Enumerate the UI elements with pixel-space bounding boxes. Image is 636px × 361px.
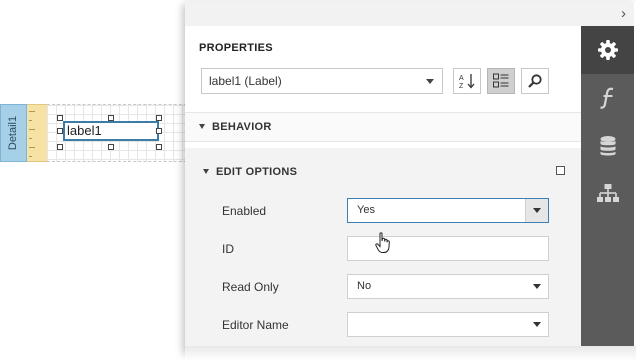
checkbox-square-icon[interactable]	[556, 166, 565, 175]
resize-handle[interactable]	[156, 144, 162, 150]
resize-handle[interactable]	[156, 128, 162, 134]
band-name: Detail1	[7, 115, 20, 151]
property-label-editor-name: Editor Name	[222, 318, 289, 332]
panel-title: PROPERTIES	[199, 42, 273, 54]
svg-text:A: A	[459, 75, 464, 82]
tab-properties[interactable]	[581, 26, 634, 74]
property-label-read-only: Read Only	[222, 280, 279, 294]
selector-value: label1 (Label)	[209, 74, 282, 88]
dropdown-button[interactable]	[526, 313, 548, 336]
search-button[interactable]	[521, 68, 549, 94]
dropdown-button[interactable]	[525, 199, 548, 222]
chevron-down-icon	[533, 208, 541, 213]
read-only-select[interactable]: No	[347, 274, 549, 299]
database-icon	[600, 136, 615, 156]
tab-expressions[interactable]	[581, 74, 634, 122]
resize-handle[interactable]	[108, 115, 114, 121]
chevron-down-icon	[426, 79, 434, 84]
enabled-value: Yes	[357, 204, 375, 216]
group-header-edit-options[interactable]: EDIT OPTIONS	[203, 166, 297, 178]
band-tab-detail[interactable]: Detail1	[0, 104, 27, 162]
resize-handle[interactable]	[108, 144, 114, 150]
group-header-behavior[interactable]: BEHAVIOR	[199, 121, 272, 133]
resize-handle[interactable]	[57, 115, 63, 121]
collapse-triangle-icon	[203, 169, 209, 174]
chevron-down-icon	[533, 322, 541, 327]
report-explorer-icon	[596, 184, 619, 202]
panel-bottom-edge	[185, 346, 636, 361]
component-selector[interactable]: label1 (Label)	[201, 68, 443, 94]
gear-icon	[597, 40, 618, 60]
sort-alphabetical-button[interactable]: A Z	[453, 68, 481, 94]
collapse-triangle-icon	[199, 124, 205, 129]
properties-panel: › PROPERTIES label1 (Label) A Z BEHAVIOR…	[185, 2, 636, 352]
categorized-view-button[interactable]	[487, 68, 515, 94]
id-input[interactable]	[347, 236, 549, 261]
resize-handle[interactable]	[156, 115, 162, 121]
tab-data-source[interactable]	[581, 122, 634, 170]
chevron-right-icon[interactable]: ›	[621, 5, 626, 22]
svg-text:Z: Z	[459, 83, 464, 90]
resize-handle[interactable]	[57, 144, 63, 150]
properties-content: PROPERTIES label1 (Label) A Z BEHAVIOR E…	[185, 26, 581, 352]
property-label-id: ID	[222, 242, 234, 256]
label-control[interactable]: label1	[63, 121, 159, 141]
vertical-ruler	[27, 104, 47, 162]
categorized-view-icon	[493, 73, 509, 88]
resize-handle[interactable]	[57, 128, 63, 134]
enabled-select[interactable]: Yes	[347, 198, 549, 223]
tab-report-explorer[interactable]	[581, 170, 634, 218]
editor-name-select[interactable]	[347, 312, 549, 337]
sort-alphabetical-icon: A Z	[459, 74, 475, 90]
panel-collapse-bar: ›	[185, 2, 634, 27]
read-only-value: No	[357, 280, 372, 292]
function-icon	[599, 87, 613, 109]
group-edit-options: EDIT OPTIONS Enabled Yes ID Read Only No…	[185, 148, 581, 352]
search-icon	[528, 74, 542, 88]
dropdown-button[interactable]	[526, 275, 548, 298]
group-behavior[interactable]: BEHAVIOR	[185, 112, 581, 142]
side-tab-bar	[581, 26, 634, 352]
property-label-enabled: Enabled	[222, 204, 267, 218]
report-designer-surface[interactable]: Detail1 label1	[0, 0, 200, 361]
chevron-down-icon	[533, 284, 541, 289]
